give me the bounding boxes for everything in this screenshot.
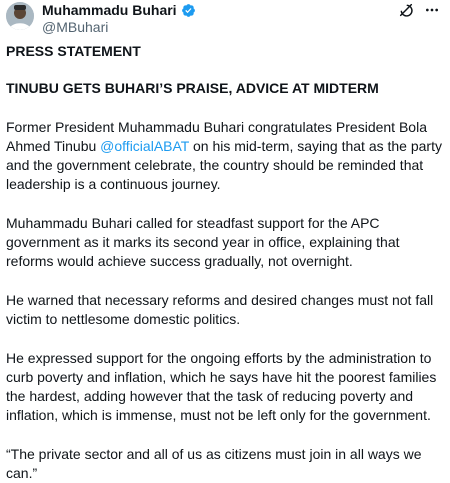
paragraph-4: He expressed support for the ongoing eff…: [6, 350, 437, 423]
handle[interactable]: @MBuhari: [42, 19, 108, 35]
display-name[interactable]: Muhammadu Buhari: [42, 2, 177, 18]
grok-icon[interactable]: [398, 2, 414, 18]
name-row: Muhammadu Buhari: [42, 2, 196, 18]
headline: TINUBU GETS BUHARI’S PRAISE, ADVICE AT M…: [6, 80, 379, 96]
mention-link[interactable]: @officialABAT: [100, 138, 189, 154]
paragraph-2: Muhammadu Buhari called for steadfast su…: [6, 215, 400, 269]
header-actions: [398, 2, 440, 18]
avatar-image: [6, 2, 34, 30]
paragraph-1: Former President Muhammadu Buhari congra…: [6, 118, 442, 194]
avatar[interactable]: [6, 2, 34, 30]
paragraph-3: He warned that necessary reforms and des…: [6, 292, 434, 327]
tweet-body: PRESS STATEMENT TINUBU GETS BUHARI’S PRA…: [6, 42, 442, 483]
tweet: Muhammadu Buhari @MBuhari PRESS STATEMEN…: [0, 0, 450, 481]
paragraph-5: “The private sector and all of us as cit…: [6, 446, 422, 481]
verified-badge-icon: [181, 3, 196, 18]
more-icon[interactable]: [424, 2, 440, 18]
tweet-header: Muhammadu Buhari @MBuhari: [4, 0, 446, 40]
press-statement-label: PRESS STATEMENT: [6, 43, 141, 59]
